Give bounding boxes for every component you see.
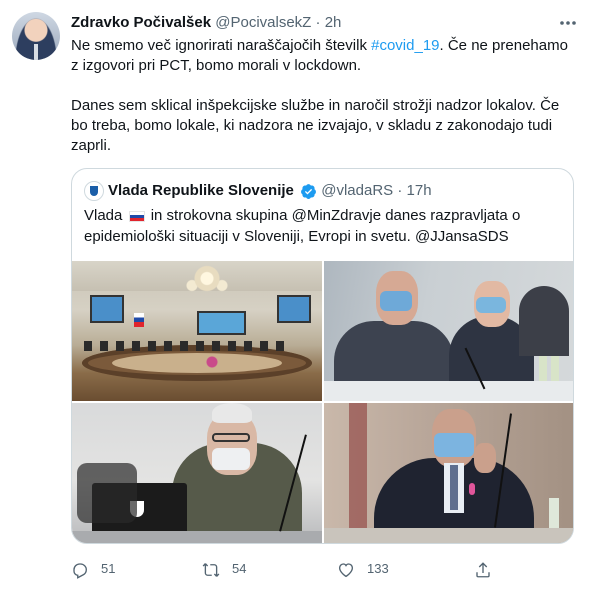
- photo-grid: [72, 261, 573, 543]
- photo-man-with-pink-ribbon[interactable]: [324, 403, 573, 543]
- reply-count: 51: [101, 561, 116, 576]
- tweet-text: Ne smemo več ignorirati naraščajočih šte…: [71, 36, 571, 156]
- reply-button[interactable]: 51: [71, 559, 115, 579]
- quote-text-part: Vlada: [84, 207, 123, 224]
- quote-text: Vlada in strokovna skupina @MinZdravje d…: [84, 205, 562, 247]
- verified-icon: [301, 183, 317, 199]
- quote-handle[interactable]: @vladaRS: [321, 182, 393, 199]
- quoted-tweet[interactable]: Vlada Republike Slovenije @vladaRS · 17h…: [71, 168, 574, 544]
- header-separator: ·: [315, 14, 321, 31]
- tweet[interactable]: Zdravko Počivalšek @PocivalsekZ · 2h Ne …: [0, 0, 589, 594]
- retweet-count: 54: [232, 561, 247, 576]
- like-count: 133: [367, 561, 389, 576]
- photo-conference-room[interactable]: [72, 261, 322, 401]
- photo-man-with-laptop[interactable]: [72, 403, 322, 543]
- author-handle[interactable]: @PocivalsekZ: [215, 14, 311, 31]
- government-logo-icon: [84, 181, 104, 202]
- quote-separator: ·: [397, 182, 403, 199]
- reply-icon: [73, 562, 87, 579]
- more-icon[interactable]: [557, 12, 579, 34]
- retweet-button[interactable]: 54: [202, 559, 246, 579]
- quote-time[interactable]: 17h: [407, 182, 432, 199]
- tweet-header: Zdravko Počivalšek @PocivalsekZ · 2h: [71, 13, 549, 33]
- hashtag-link[interactable]: #covid_19: [371, 37, 439, 54]
- retweet-icon: [202, 562, 220, 577]
- like-button[interactable]: 133: [337, 559, 389, 579]
- author-name[interactable]: Zdravko Počivalšek: [71, 14, 211, 31]
- tweet-text-part: Ne smemo več ignorirati naraščajočih šte…: [71, 37, 372, 54]
- tweet-text-para2: Danes sem sklical inšpekcijske službe in…: [71, 97, 560, 154]
- slovenia-flag-icon: [128, 210, 145, 222]
- quote-text-part: in strokovna skupina @MinZdravje danes r…: [84, 207, 521, 245]
- photo-ministers-in-masks[interactable]: [324, 261, 573, 401]
- quote-author-name[interactable]: Vlada Republike Slovenije: [108, 182, 294, 199]
- share-icon: [476, 561, 490, 577]
- heart-icon: [338, 562, 354, 577]
- tweet-actions: 51 54 133: [71, 559, 501, 579]
- share-button[interactable]: [474, 559, 504, 579]
- tweet-time[interactable]: 2h: [325, 14, 342, 31]
- quote-header: Vlada Republike Slovenije @vladaRS · 17h: [84, 181, 561, 202]
- avatar[interactable]: [12, 12, 60, 60]
